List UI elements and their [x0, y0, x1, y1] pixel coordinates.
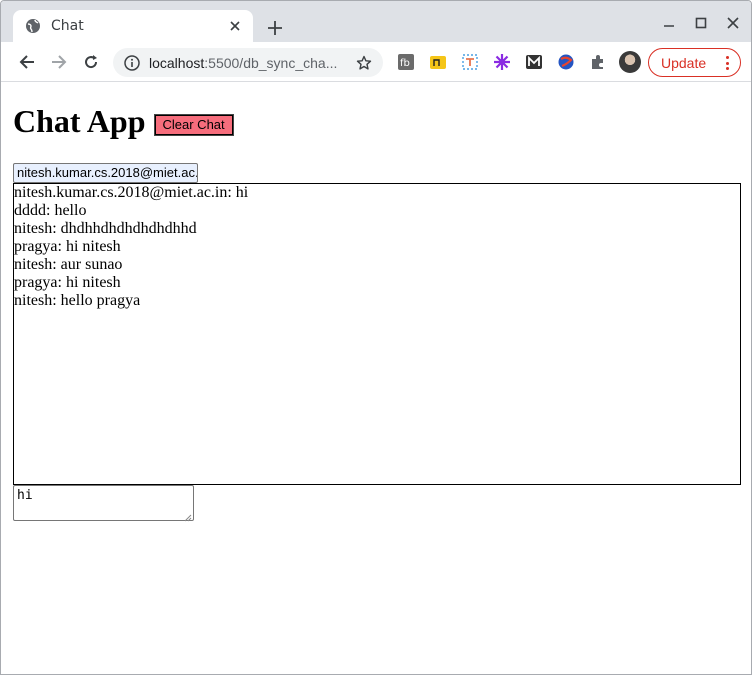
email-field[interactable]: nitesh.kumar.cs.2018@miet.ac.in [13, 163, 198, 183]
new-tab-button[interactable] [263, 16, 287, 40]
window-close-icon[interactable] [723, 13, 743, 33]
globe-icon [25, 18, 41, 34]
url-text: localhost:5500/db_sync_cha... [149, 55, 355, 71]
message-input-text: hi [17, 488, 33, 503]
info-icon[interactable] [123, 54, 141, 72]
tab-chat[interactable]: Chat [13, 10, 253, 42]
extension-text-icon[interactable] [461, 53, 479, 71]
tab-strip: Chat [1, 1, 751, 42]
chat-message: nitesh: aur sunao [14, 256, 123, 273]
svg-text:fb: fb [400, 58, 410, 69]
update-label: Update [661, 54, 707, 71]
chat-message: nitesh: dhdhhdhdhdhdhdhhd [14, 220, 197, 237]
back-arrow-icon[interactable] [15, 50, 39, 74]
page-title: Chat App [13, 103, 146, 139]
profile-avatar[interactable] [619, 51, 641, 73]
chat-message: dddd: hello [14, 202, 87, 219]
close-icon[interactable] [225, 16, 245, 36]
forward-arrow-icon[interactable] [47, 50, 71, 74]
address-bar[interactable]: localhost:5500/db_sync_cha... [113, 48, 383, 77]
minimize-icon[interactable] [659, 13, 679, 33]
menu-dots-icon [726, 56, 730, 70]
chat-message: pragya: hi nitesh [14, 238, 121, 255]
tab-title: Chat [51, 18, 84, 34]
bookmark-star-icon[interactable] [355, 54, 373, 72]
update-button[interactable]: Update [648, 48, 741, 77]
maximize-icon[interactable] [691, 13, 711, 33]
url-path: :5500/db_sync_cha... [204, 54, 338, 71]
reload-icon[interactable] [79, 50, 103, 74]
extensions-puzzle-icon[interactable] [589, 53, 607, 71]
header-row: Chat App Clear Chat [13, 103, 234, 140]
browser-toolbar: localhost:5500/db_sync_cha... fb Update [1, 42, 751, 82]
page-content: Chat App Clear Chat nitesh.kumar.cs.2018… [1, 83, 751, 673]
url-host: localhost [149, 54, 205, 71]
extension-sparkle-icon[interactable] [493, 53, 511, 71]
chat-messages-box[interactable]: nitesh.kumar.cs.2018@miet.ac.in: hi dddd… [13, 183, 741, 485]
extension-folder-icon[interactable] [429, 53, 447, 71]
extension-globe-icon[interactable] [557, 53, 575, 71]
extension-m-icon[interactable] [525, 53, 543, 71]
clear-chat-button[interactable]: Clear Chat [153, 113, 234, 136]
browser-window: Chat localhost:5500/db_sync_cha... fb Up… [0, 0, 752, 675]
extension-fb-icon[interactable]: fb [397, 53, 415, 71]
chat-message: pragya: hi nitesh [14, 274, 121, 291]
resize-handle-icon[interactable] [184, 511, 192, 522]
chat-message: nitesh.kumar.cs.2018@miet.ac.in: hi [14, 184, 249, 201]
message-input[interactable]: hi [13, 485, 194, 522]
chat-message: nitesh: hello pragya [14, 292, 141, 309]
